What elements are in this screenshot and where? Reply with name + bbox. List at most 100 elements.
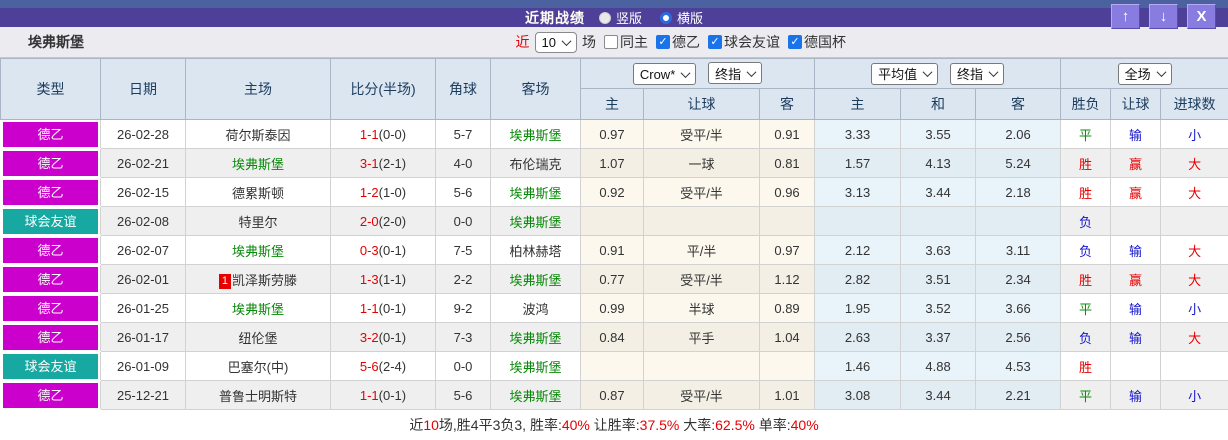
score-cell: 3-1(2-1) [330, 148, 436, 178]
handicap-line: 受平/半 [643, 177, 760, 207]
league-type-badge: 德乙 [3, 295, 98, 321]
average-select[interactable]: 平均值 [871, 62, 939, 85]
table-row: 德乙 25-12-21 普鲁士明斯特 1-1(0-1) 5-6 埃弗斯堡 0.8… [0, 380, 1228, 410]
result-handicap-cell: 输 [1110, 119, 1162, 149]
final-odds-select[interactable]: 终指 [708, 62, 763, 84]
home-team-name: 巴塞尔(中) [227, 359, 289, 375]
close-button[interactable]: X [1187, 4, 1216, 29]
result-handicap-cell: 输 [1110, 322, 1162, 352]
move-up-button[interactable]: ↑ [1111, 4, 1140, 29]
result-goals: 大 [1188, 185, 1202, 201]
recent-count-select[interactable]: 10 [534, 31, 577, 53]
result-wdl: 胜 [1079, 359, 1093, 375]
radio-vertical-icon[interactable] [598, 11, 611, 24]
halftime-score: (2-1) [378, 155, 407, 171]
avg-draw-odds: 3.37 [900, 322, 977, 352]
result-wdl-cell: 负 [1060, 235, 1112, 265]
type-cell: 球会友谊 [0, 206, 101, 236]
avg-home-odds: 1.95 [814, 293, 902, 323]
type-cell: 德乙 [0, 293, 101, 323]
corner-cell: 9-2 [435, 293, 491, 323]
checkbox-league2[interactable]: ✓ [656, 35, 670, 49]
result-goals: 小 [1188, 127, 1202, 143]
rank-badge: 1 [218, 273, 232, 289]
date-cell: 26-02-28 [100, 119, 186, 149]
handicap-away-odds: 0.91 [758, 119, 816, 149]
result-wdl: 胜 [1079, 272, 1093, 288]
handicap-away-odds: 0.81 [758, 148, 816, 178]
col-result-goals: 进球数 [1160, 88, 1228, 120]
avg-draw-odds: 3.52 [900, 293, 977, 323]
home-team-name: 埃弗斯堡 [231, 243, 284, 259]
result-goals-cell: 小 [1160, 119, 1228, 149]
result-wdl-cell: 胜 [1060, 177, 1112, 207]
away-team-cell: 柏林赫塔 [490, 235, 581, 265]
result-goals-cell: 大 [1160, 177, 1228, 207]
fulltime-score: 0-3 [359, 242, 379, 258]
result-goals: 大 [1188, 330, 1202, 346]
avg-home-odds: 2.82 [814, 264, 902, 294]
league-type-badge: 德乙 [3, 237, 98, 263]
result-wdl: 胜 [1079, 185, 1093, 201]
fulltime-score: 2-0 [359, 213, 379, 229]
corner-cell: 0-0 [435, 206, 491, 236]
radio-horizontal[interactable]: 横版 [660, 8, 703, 27]
checkbox-german-cup[interactable]: ✓ [788, 35, 802, 49]
checkbox-same-home[interactable]: ✓ [604, 35, 618, 49]
home-team-name: 凯泽斯劳滕 [232, 272, 298, 288]
halftime-score: (0-1) [378, 329, 407, 345]
result-goals: 大 [1188, 243, 1202, 259]
checkbox-same-home-label: 同主 [620, 34, 648, 50]
result-handicap-cell [1110, 351, 1162, 381]
result-goals: 小 [1188, 301, 1202, 317]
away-team-cell: 埃弗斯堡 [490, 264, 581, 294]
handicap-line [643, 206, 760, 236]
avg-home-odds: 1.46 [814, 351, 902, 381]
halftime-score: (2-0) [378, 213, 407, 229]
summary-text-6: 37.5% [639, 416, 680, 433]
result-wdl-cell: 平 [1060, 380, 1112, 410]
league-type-badge: 德乙 [3, 382, 98, 408]
average-select-group: 平均值 终指 [814, 58, 1062, 89]
final-odds-select-2[interactable]: 终指 [949, 62, 1004, 85]
result-wdl-cell: 负 [1060, 322, 1112, 352]
table-body: 德乙 26-02-28 荷尔斯泰因 1-1(0-0) 5-7 埃弗斯堡 0.97… [0, 119, 1228, 410]
fulltime-score: 1-2 [359, 184, 379, 200]
avg-away-odds: 2.56 [975, 322, 1062, 352]
fulltime-score: 1-1 [359, 300, 379, 316]
away-team-name: 波鸿 [522, 301, 549, 317]
scope-select[interactable]: 全场 [1117, 62, 1172, 85]
date-cell: 26-02-15 [100, 177, 186, 207]
result-goals-cell: 大 [1160, 264, 1228, 294]
col-handicap-line: 让球 [643, 88, 760, 120]
home-team-name: 普鲁士明斯特 [218, 388, 297, 404]
home-team-cell: 荷尔斯泰因 [185, 119, 331, 149]
radio-horizontal-icon[interactable] [660, 11, 672, 24]
result-handicap-cell: 输 [1110, 293, 1162, 323]
fulltime-score: 1-1 [359, 126, 379, 142]
corner-cell: 4-0 [435, 148, 491, 178]
checkbox-club-friendly[interactable]: ✓ [708, 35, 722, 49]
result-handicap: 输 [1129, 243, 1143, 259]
handicap-home-odds: 0.77 [580, 264, 644, 294]
col-avg-home: 主 [814, 88, 902, 120]
away-team-name: 埃弗斯堡 [509, 330, 562, 346]
bookmaker-select[interactable]: Crow* [632, 63, 697, 85]
home-team-cell: 普鲁士明斯特 [185, 380, 331, 410]
score-cell: 1-1(0-1) [330, 293, 436, 323]
avg-away-odds: 3.11 [975, 235, 1062, 265]
league-type-badge: 球会友谊 [3, 353, 98, 379]
move-down-button[interactable]: ↓ [1149, 4, 1178, 29]
handicap-line: 受平/半 [643, 264, 760, 294]
filters: 近 10 场 ✓ 同主 ✓ 德乙 ✓ 球会友谊 ✓ 德国杯 [516, 31, 846, 53]
avg-draw-odds: 3.44 [900, 177, 977, 207]
avg-away-odds [975, 206, 1062, 236]
result-goals: 大 [1188, 272, 1202, 288]
date-cell: 26-02-07 [100, 235, 186, 265]
radio-vertical[interactable]: 竖版 [598, 8, 642, 27]
halftime-score: (0-1) [378, 242, 407, 258]
type-cell: 德乙 [0, 235, 101, 265]
result-goals-cell: 小 [1160, 293, 1228, 323]
handicap-home-odds: 0.91 [580, 235, 644, 265]
league-type-badge: 德乙 [3, 150, 98, 176]
